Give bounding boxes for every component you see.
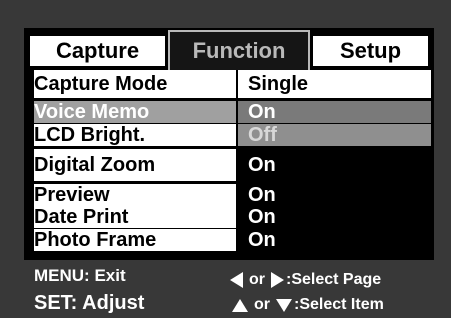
menu-row-label: LCD Bright. [34, 124, 236, 146]
select-page-hint: or :Select Page [230, 270, 381, 290]
menu-row-label: Date Print [34, 206, 236, 228]
menu-row-voice-memo[interactable]: Voice Memo On [34, 101, 431, 123]
menu-row-value[interactable]: On [238, 206, 431, 228]
menu-row-label: Voice Memo [34, 101, 236, 123]
menu-row-preview[interactable]: Preview On [34, 184, 431, 206]
menu-row-capture-mode[interactable]: Capture Mode Single [34, 70, 431, 98]
select-item-text: :Select Item [294, 296, 384, 313]
tab-capture[interactable]: Capture [30, 36, 165, 66]
menu-row-value[interactable]: Single [238, 70, 431, 98]
tab-function[interactable]: Function [168, 30, 310, 70]
menu-row-label: Digital Zoom [34, 149, 236, 181]
menu-row-value[interactable]: On [238, 101, 431, 123]
menu-row-photo-frame[interactable]: Photo Frame On [34, 229, 431, 251]
set-adjust-hint: SET: Adjust [34, 292, 145, 314]
menu-row-value[interactable]: On [238, 229, 431, 251]
camera-menu-screen: Capture Function Setup Capture Mode Sing… [0, 0, 451, 318]
menu-row-value[interactable]: Off [238, 124, 431, 146]
down-arrow-icon [276, 298, 292, 312]
select-item-hint: or :Select Item [232, 295, 384, 315]
or-text: or [254, 296, 270, 313]
menu-row-lcd-bright[interactable]: LCD Bright. Off [34, 124, 431, 146]
menu-row-label: Capture Mode [34, 70, 236, 98]
or-text: or [249, 271, 265, 288]
menu-row-value[interactable]: On [238, 184, 431, 206]
left-arrow-icon [230, 272, 243, 288]
menu-row-digital-zoom[interactable]: Digital Zoom On [34, 149, 431, 181]
menu-row-label: Photo Frame [34, 229, 236, 251]
tab-setup[interactable]: Setup [313, 36, 428, 66]
select-page-text: :Select Page [286, 271, 382, 288]
menu-row-label: Preview [34, 184, 236, 206]
menu-row-date-print[interactable]: Date Print On [34, 206, 431, 228]
menu-exit-hint: MENU: Exit [34, 266, 126, 285]
right-arrow-icon [271, 272, 284, 288]
up-arrow-icon [232, 298, 248, 312]
menu-row-value[interactable]: On [238, 149, 431, 181]
